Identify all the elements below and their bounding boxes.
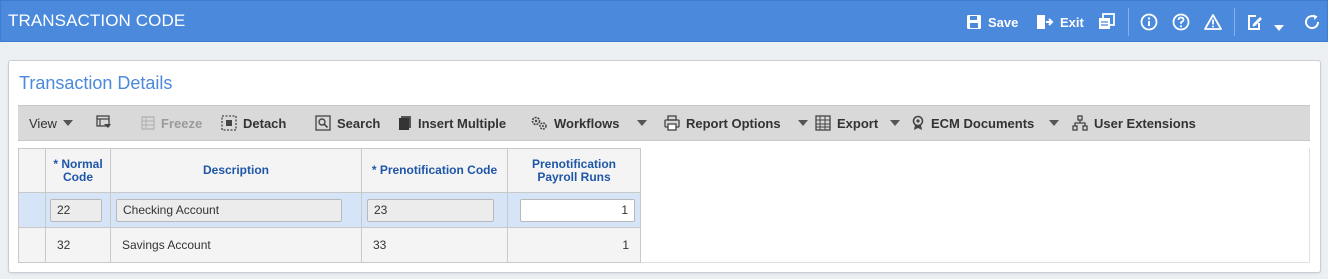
prenotification-runs-header-line1: Prenotification bbox=[531, 156, 616, 171]
ecm-documents-label: ECM Documents bbox=[931, 115, 1035, 131]
prenotification-runs-header-line2: Payroll Runs bbox=[537, 169, 611, 184]
transaction-grid: * Normal Code Description * Prenotificat… bbox=[18, 148, 641, 263]
floppy-disk-icon bbox=[966, 14, 982, 30]
column-header-prenotification-code[interactable]: * Prenotification Code bbox=[361, 148, 508, 193]
printer-icon bbox=[664, 115, 680, 131]
insert-multiple-icon bbox=[398, 115, 412, 131]
save-button[interactable]: Save bbox=[966, 12, 1018, 32]
user-extensions-button[interactable]: User Extensions bbox=[1072, 106, 1196, 140]
normal-code-header-line1: * Normal bbox=[53, 156, 103, 171]
prenotification-code-cell[interactable]: 33 bbox=[361, 227, 508, 263]
search-label: Search bbox=[337, 115, 381, 131]
user-extensions-label: User Extensions bbox=[1094, 115, 1196, 131]
title-bar: TRANSACTION CODE Save Exit bbox=[0, 0, 1328, 42]
spreadsheet-icon bbox=[815, 115, 831, 131]
view-menu[interactable]: View bbox=[29, 106, 73, 140]
workflows-label: Workflows bbox=[554, 115, 620, 131]
table-row[interactable]: 32 Savings Account 33 1 bbox=[18, 227, 641, 263]
detach-icon bbox=[221, 115, 237, 131]
freeze-label: Freeze bbox=[161, 115, 203, 131]
export-label: Export bbox=[837, 115, 879, 131]
export-menu[interactable]: Export bbox=[815, 106, 901, 140]
prenotification-code-field[interactable]: 23 bbox=[367, 198, 494, 222]
exit-door-icon bbox=[1036, 14, 1054, 30]
normal-code-field[interactable]: 22 bbox=[50, 198, 102, 222]
chevron-down-icon bbox=[890, 120, 901, 126]
insert-multiple-button[interactable]: Insert Multiple bbox=[398, 106, 506, 140]
workflows-menu[interactable]: Workflows bbox=[530, 106, 647, 140]
question-icon[interactable] bbox=[1172, 12, 1190, 32]
hierarchy-icon bbox=[1072, 115, 1088, 131]
duplicate-icon[interactable] bbox=[1098, 12, 1116, 32]
chevron-down-icon bbox=[636, 120, 647, 126]
freeze-icon bbox=[141, 116, 155, 130]
description-field[interactable]: Checking Account bbox=[116, 198, 342, 222]
report-options-label: Report Options bbox=[686, 115, 781, 131]
exit-label: Exit bbox=[1060, 14, 1084, 30]
table-row[interactable]: 22 Checking Account 23 1 bbox=[18, 192, 641, 228]
normal-code-header-line2: Code bbox=[63, 169, 93, 184]
view-label: View bbox=[29, 115, 57, 131]
panel-title: Transaction Details bbox=[19, 73, 173, 93]
report-options-menu[interactable]: Report Options bbox=[664, 106, 808, 140]
row-selector[interactable] bbox=[18, 192, 46, 228]
edit-dropdown-caret-icon[interactable] bbox=[1274, 18, 1284, 38]
insert-multiple-label: Insert Multiple bbox=[418, 115, 507, 131]
description-cell[interactable]: Savings Account bbox=[110, 227, 362, 263]
exit-button[interactable]: Exit bbox=[1036, 12, 1084, 32]
gears-icon bbox=[530, 115, 548, 131]
filter-settings-icon[interactable] bbox=[96, 106, 112, 140]
window-title: TRANSACTION CODE bbox=[8, 11, 186, 30]
separator bbox=[1128, 8, 1129, 36]
column-header-prenotification-runs[interactable]: Prenotification Payroll Runs bbox=[507, 148, 641, 193]
edit-icon[interactable] bbox=[1245, 12, 1263, 32]
separator bbox=[1234, 8, 1235, 36]
grid-empty-area bbox=[641, 148, 1310, 263]
freeze-button[interactable]: Freeze bbox=[141, 106, 202, 140]
search-icon bbox=[315, 115, 331, 131]
info-icon[interactable] bbox=[1140, 12, 1158, 32]
normal-code-cell[interactable]: 32 bbox=[45, 227, 111, 263]
detach-button[interactable]: Detach bbox=[221, 106, 286, 140]
transaction-details-panel: Transaction Details View Freeze Detach S bbox=[8, 60, 1321, 273]
save-label: Save bbox=[988, 14, 1019, 30]
warning-icon[interactable] bbox=[1204, 12, 1222, 32]
detach-label: Detach bbox=[243, 115, 287, 131]
ecm-documents-icon bbox=[911, 115, 925, 131]
column-header-description[interactable]: Description bbox=[110, 148, 362, 193]
column-header-normal-code[interactable]: * Normal Code bbox=[45, 148, 111, 193]
grid-toolbar: View Freeze Detach Search Insert Multipl… bbox=[18, 105, 1310, 141]
row-selector[interactable] bbox=[18, 227, 46, 263]
chevron-down-icon bbox=[1049, 120, 1060, 126]
search-button[interactable]: Search bbox=[315, 106, 380, 140]
row-selector-header bbox=[18, 148, 46, 193]
ecm-documents-menu[interactable]: ECM Documents bbox=[911, 106, 1060, 140]
refresh-icon[interactable] bbox=[1303, 12, 1321, 32]
grid-header-row: * Normal Code Description * Prenotificat… bbox=[18, 148, 641, 193]
prenotification-runs-field[interactable]: 1 bbox=[520, 198, 635, 222]
chevron-down-icon bbox=[797, 120, 808, 126]
prenotification-runs-cell[interactable]: 1 bbox=[507, 227, 641, 263]
chevron-down-icon bbox=[62, 120, 73, 126]
